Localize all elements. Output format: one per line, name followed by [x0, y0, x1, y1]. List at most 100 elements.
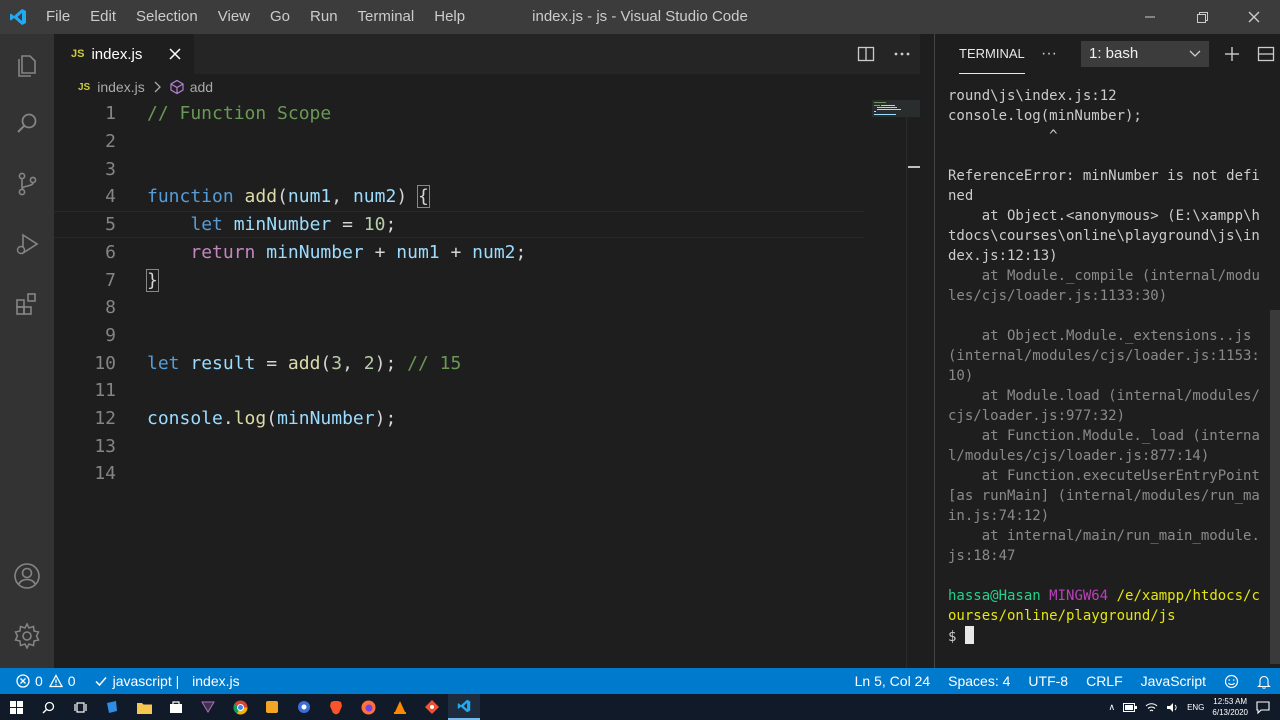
accounts-button[interactable]: [0, 546, 54, 606]
battery-icon[interactable]: [1123, 702, 1138, 712]
menu-bar: File Edit Selection View Go Run Terminal Help: [36, 0, 475, 34]
line-code: return minNumber + num1 + num2;: [147, 242, 526, 263]
code-token: add: [287, 352, 321, 374]
panel-more-button[interactable]: ···: [1041, 34, 1057, 74]
taskbar-app-5[interactable]: [416, 694, 448, 720]
taskbar-brave[interactable]: [320, 694, 352, 720]
start-button[interactable]: [0, 694, 32, 720]
code-line[interactable]: 8: [54, 294, 864, 322]
tab-terminal[interactable]: TERMINAL: [959, 34, 1025, 74]
taskbar-app-4[interactable]: [288, 694, 320, 720]
taskbar-app-1[interactable]: [96, 694, 128, 720]
code-line[interactable]: 3: [54, 155, 864, 183]
code-editor[interactable]: 1// Function Scope 2 3 4 function add(num1, …: [54, 100, 920, 668]
code-token: .: [222, 408, 234, 430]
line-code: function add(num1, num2) {: [147, 185, 430, 209]
close-tab-icon[interactable]: [166, 45, 184, 63]
explorer-button[interactable]: [0, 34, 54, 94]
search-button[interactable]: [0, 94, 54, 154]
code-line[interactable]: 7}: [54, 266, 864, 294]
files-icon: [18, 55, 36, 77]
code-line[interactable]: 11: [54, 377, 864, 405]
code-line[interactable]: 6 return minNumber + num1 + num2;: [54, 239, 864, 267]
language-mode[interactable]: JavaScript: [1132, 668, 1215, 694]
code-line[interactable]: 14: [54, 460, 864, 488]
source-control-button[interactable]: [0, 154, 54, 214]
code-token: function: [147, 186, 234, 208]
taskbar-vscode[interactable]: [448, 694, 480, 720]
menu-item-view[interactable]: View: [208, 0, 260, 34]
code-line[interactable]: 12 console.log(minNumber);: [54, 405, 864, 433]
cursor-position[interactable]: Ln 5, Col 24: [846, 668, 940, 694]
taskbar-app-2[interactable]: [192, 694, 224, 720]
terminal-input-line[interactable]: $: [948, 626, 1268, 647]
editor-scrollbar[interactable]: [906, 100, 920, 668]
taskbar-vlc[interactable]: [384, 694, 416, 720]
code-line[interactable]: 4 function add(num1, num2) {: [54, 183, 864, 211]
code-line[interactable]: 13: [54, 432, 864, 460]
menu-item-terminal[interactable]: Terminal: [348, 0, 425, 34]
taskbar-store[interactable]: [160, 694, 192, 720]
input-language[interactable]: ENG: [1187, 703, 1204, 712]
notifications-button[interactable]: [1248, 668, 1280, 694]
menu-item-run[interactable]: Run: [300, 0, 348, 34]
code-token: log: [233, 408, 267, 430]
menu-item-file[interactable]: File: [36, 0, 80, 34]
new-terminal-button[interactable]: [1217, 34, 1247, 74]
menu-item-edit[interactable]: Edit: [80, 0, 126, 34]
system-tray: ∧ ENG 12:53 AM 6/13/2020: [1108, 694, 1280, 720]
code-token: num2: [472, 241, 516, 263]
code-line[interactable]: 2: [54, 128, 864, 156]
taskbar-file-explorer[interactable]: [128, 694, 160, 720]
taskbar-app-3[interactable]: [256, 694, 288, 720]
menu-item-selection[interactable]: Selection: [126, 0, 208, 34]
tray-chevron-icon[interactable]: ∧: [1108, 702, 1115, 713]
terminal-output[interactable]: round\js\index.js:12 console.log(minNumbe…: [948, 86, 1268, 647]
restore-button[interactable]: [1176, 0, 1228, 34]
breadcrumb-symbol[interactable]: add: [190, 79, 213, 95]
line-number: 4: [105, 186, 116, 208]
run-debug-button[interactable]: [0, 214, 54, 274]
code-token: let: [190, 214, 223, 236]
code-line[interactable]: 9: [54, 322, 864, 350]
close-window-button[interactable]: [1228, 0, 1280, 34]
extensions-button[interactable]: [0, 274, 54, 334]
store-bag-icon: [170, 701, 182, 713]
code-line[interactable]: 1 // Function Scope: [54, 100, 864, 128]
eslint-status[interactable]: javascript | index.js: [85, 668, 249, 694]
code-line[interactable]: 5 let minNumber = 10;: [54, 210, 864, 239]
taskbar-firefox[interactable]: [352, 694, 384, 720]
indentation[interactable]: Spaces: 4: [939, 668, 1019, 694]
line-code: let result = add(3, 2); // 15: [147, 353, 461, 374]
more-actions-button[interactable]: [884, 34, 920, 74]
taskbar-search-button[interactable]: [32, 694, 64, 720]
feedback-button[interactable]: [1215, 668, 1248, 694]
code-token: (: [277, 186, 288, 208]
problems-indicator[interactable]: 0 0: [0, 668, 85, 694]
encoding[interactable]: UTF-8: [1019, 668, 1077, 694]
terminal-select[interactable]: 1: bash: [1081, 41, 1209, 67]
code-line[interactable]: 10 let result = add(3, 2); // 15: [54, 349, 864, 377]
taskbar-chrome[interactable]: [224, 694, 256, 720]
menu-item-help[interactable]: Help: [424, 0, 475, 34]
code-token: =: [255, 352, 288, 374]
split-editor-button[interactable]: [848, 34, 884, 74]
taskbar-clock[interactable]: 12:53 AM 6/13/2020: [1212, 696, 1248, 718]
volume-icon[interactable]: [1166, 702, 1179, 713]
network-icon[interactable]: [1145, 702, 1158, 713]
split-terminal-button[interactable]: [1251, 34, 1280, 74]
end-of-line[interactable]: CRLF: [1077, 668, 1132, 694]
breadcrumb-file[interactable]: index.js: [97, 79, 144, 95]
notification-center-icon[interactable]: [1256, 700, 1270, 714]
menu-item-go[interactable]: Go: [260, 0, 300, 34]
terminal-scrollbar[interactable]: [1270, 310, 1280, 664]
manage-button[interactable]: [0, 606, 54, 666]
tab-label: index.js: [91, 45, 143, 63]
code-token: num1: [287, 186, 332, 208]
tab-index-js[interactable]: JS index.js: [54, 34, 194, 74]
task-view-button[interactable]: [64, 694, 96, 720]
minimize-button[interactable]: [1124, 0, 1176, 34]
